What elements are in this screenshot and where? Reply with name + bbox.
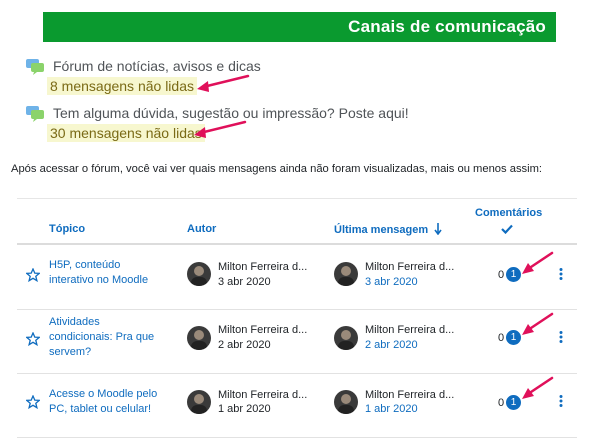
last-post-author: Milton Ferreira d... [365,261,455,273]
table-row: Atividades condicionais: Pra que servem?… [17,309,577,373]
vertical-ellipsis-icon[interactable] [558,268,564,280]
author-name: Milton Ferreira d... [218,324,308,336]
last-post-author: Milton Ferreira d... [365,324,455,336]
checkmark-icon [501,224,513,234]
forum-item-news[interactable]: Fórum de notícias, avisos e dicas 8 mens… [25,58,325,96]
reply-count: 0 [498,269,505,281]
topic-line: H5P, conteúdo [49,259,121,271]
column-header-topic[interactable]: Tópico [49,223,85,235]
annotation-arrow-icon [522,312,554,335]
discussion-table: Tópico Autor Última mensagem Comentários… [17,198,577,447]
unread-badge[interactable]: 1 [506,330,521,345]
topic-line: Acesse o Moodle pelo [49,388,158,400]
column-header-comments[interactable]: Comentários [475,207,542,219]
topic-line: PC, tablet ou celular! [49,403,152,415]
topic-line: condicionais: Pra que [49,331,155,343]
topic-link[interactable]: Acesse o Moodle pelo PC, tablet ou celul… [49,387,179,417]
author-date: 3 abr 2020 [218,276,271,288]
unread-badge[interactable]: 1 [506,395,521,410]
avatar [187,326,211,350]
avatar [187,262,211,286]
author-name: Milton Ferreira d... [218,261,308,273]
topic-line: servem? [49,346,92,358]
table-row: Acesse o Moodle pelo PC, tablet ou celul… [17,373,577,437]
annotation-arrow-icon [197,74,250,92]
reply-count: 0 [498,397,505,409]
reply-count: 0 [498,332,505,344]
last-post-date-link[interactable]: 1 abr 2020 [365,403,418,415]
author-date: 2 abr 2020 [218,339,271,351]
unread-badge[interactable]: 1 [506,267,521,282]
intro-text: Após acessar o fórum, você vai ver quais… [11,163,543,175]
topic-link[interactable]: Atividades condicionais: Pra que servem? [49,315,179,360]
forum-unread-link[interactable]: 8 mensagens não lidas [47,77,197,95]
forum-chat-icon [26,59,44,75]
sort-arrow-down-icon [434,223,442,236]
annotation-arrow-icon [194,120,247,138]
annotation-arrow-icon [522,376,554,399]
table-row: H5P, conteúdo interativo no Moodle Milto… [17,245,577,309]
avatar [334,390,358,414]
topic-line: Atividades [49,316,100,328]
star-outline-icon[interactable] [26,332,40,346]
forum-chat-icon [26,106,44,122]
vertical-ellipsis-icon[interactable] [558,395,564,407]
banner-title: Canais de comunicação [348,17,546,36]
last-post-author: Milton Ferreira d... [365,389,455,401]
channels-banner: Canais de comunicação [43,12,556,42]
forum-unread-link[interactable]: 30 mensagens não lidas [47,124,205,142]
author-date: 1 abr 2020 [218,403,271,415]
topic-link[interactable]: H5P, conteúdo interativo no Moodle [49,258,179,288]
author-name: Milton Ferreira d... [218,389,308,401]
divider [17,198,577,199]
last-post-label: Última mensagem [334,224,429,236]
last-post-date-link[interactable]: 3 abr 2020 [365,276,418,288]
topic-line: interativo no Moodle [49,274,149,286]
annotation-arrow-icon [522,251,554,274]
star-outline-icon[interactable] [26,395,40,409]
column-header-last-post[interactable]: Última mensagem [334,223,442,236]
column-header-author[interactable]: Autor [187,223,216,235]
avatar [334,262,358,286]
row-divider [17,437,577,438]
last-post-date-link[interactable]: 2 abr 2020 [365,339,418,351]
star-outline-icon[interactable] [26,268,40,282]
avatar [334,326,358,350]
vertical-ellipsis-icon[interactable] [558,331,564,343]
avatar [187,390,211,414]
